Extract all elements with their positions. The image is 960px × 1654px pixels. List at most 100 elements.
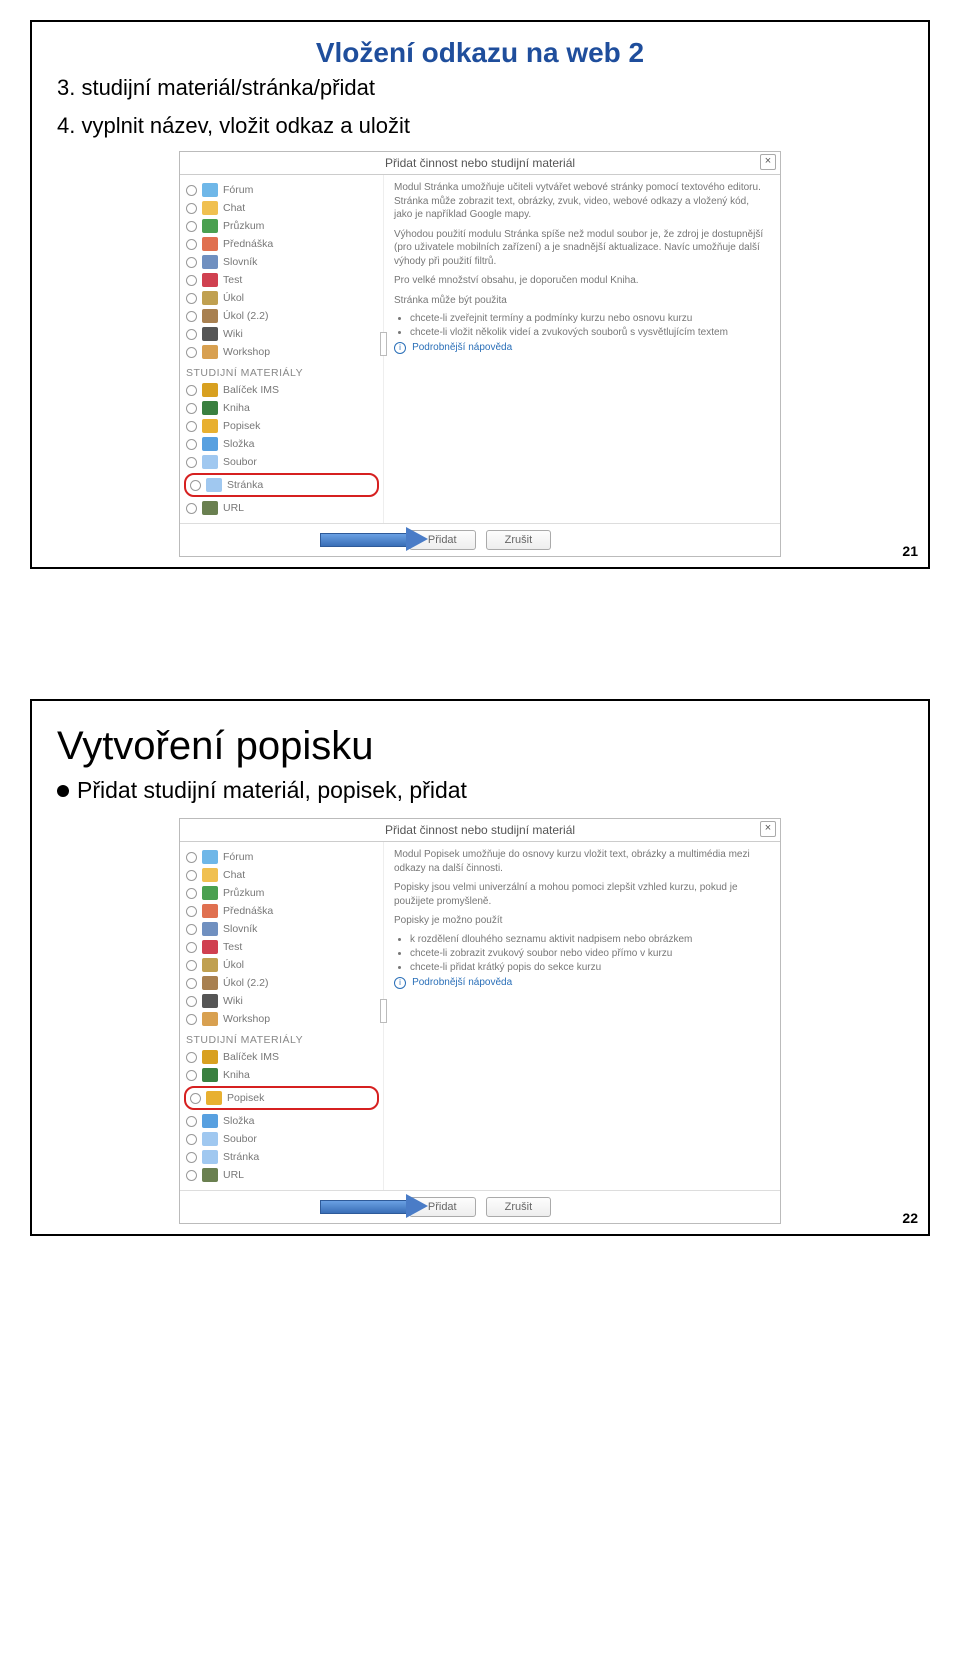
activity-option[interactable]: Kniha	[184, 399, 379, 417]
activity-option[interactable]: Slovník	[184, 253, 379, 271]
module-icon	[202, 958, 218, 972]
module-icon	[202, 940, 218, 954]
radio-icon[interactable]	[186, 1052, 197, 1063]
radio-icon[interactable]	[186, 942, 197, 953]
radio-icon[interactable]	[186, 1134, 197, 1145]
radio-icon[interactable]	[186, 239, 197, 250]
activity-option[interactable]: Chat	[184, 199, 379, 217]
activity-option[interactable]: Balíček IMS	[184, 1048, 379, 1066]
activity-option[interactable]: Kniha	[184, 1066, 379, 1084]
radio-icon[interactable]	[186, 1152, 197, 1163]
radio-icon[interactable]	[186, 503, 197, 514]
highlight-annotation: Popisek	[184, 1086, 379, 1110]
radio-icon[interactable]	[186, 385, 197, 396]
option-label: Úkol (2.2)	[223, 977, 269, 989]
activity-option[interactable]: Popisek	[184, 417, 379, 435]
radio-icon[interactable]	[190, 1093, 201, 1104]
help-link[interactable]: i Podrobnější nápověda	[394, 976, 770, 989]
radio-icon[interactable]	[186, 852, 197, 863]
activity-option[interactable]: Přednáška	[184, 902, 379, 920]
radio-icon[interactable]	[186, 257, 197, 268]
radio-icon[interactable]	[186, 870, 197, 881]
radio-icon[interactable]	[186, 347, 197, 358]
radio-icon[interactable]	[186, 221, 197, 232]
radio-icon[interactable]	[186, 403, 197, 414]
activity-option[interactable]: Průzkum	[184, 884, 379, 902]
activity-option[interactable]: Soubor	[184, 1130, 379, 1148]
radio-icon[interactable]	[186, 1070, 197, 1081]
activity-option[interactable]: Průzkum	[184, 217, 379, 235]
activity-option[interactable]: Balíček IMS	[184, 381, 379, 399]
step-4: 4. vyplnit název, vložit odkaz a uložit	[57, 113, 903, 139]
description-column: Modul Stránka umožňuje učiteli vytvářet …	[384, 175, 780, 523]
option-label: Úkol	[223, 292, 244, 304]
activity-option[interactable]: Složka	[184, 435, 379, 453]
desc-text: Popisky jsou velmi univerzální a mohou p…	[394, 881, 770, 908]
radio-icon[interactable]	[190, 480, 201, 491]
cancel-button[interactable]: Zrušit	[486, 1197, 552, 1217]
activity-option[interactable]: Úkol (2.2)	[184, 974, 379, 992]
activity-option[interactable]: Složka	[184, 1112, 379, 1130]
description-column: Modul Popisek umožňuje do osnovy kurzu v…	[384, 842, 780, 1190]
module-icon	[202, 383, 218, 397]
radio-icon[interactable]	[186, 960, 197, 971]
desc-text: Popisky je možno použít	[394, 914, 770, 928]
radio-icon[interactable]	[186, 906, 197, 917]
activity-option[interactable]: Úkol	[184, 289, 379, 307]
radio-icon[interactable]	[186, 439, 197, 450]
module-icon	[202, 437, 218, 451]
close-icon[interactable]: ×	[760, 821, 776, 837]
activity-option[interactable]: Wiki	[184, 992, 379, 1010]
radio-icon[interactable]	[186, 293, 197, 304]
help-link[interactable]: i Podrobnější nápověda	[394, 341, 770, 354]
radio-icon[interactable]	[186, 1116, 197, 1127]
activity-option[interactable]: Fórum	[184, 181, 379, 199]
activity-option[interactable]: Stránka	[188, 476, 375, 494]
activity-option[interactable]: URL	[184, 1166, 379, 1184]
desc-bullet: chcete-li zveřejnit termíny a podmínky k…	[410, 313, 770, 324]
activity-option[interactable]: Test	[184, 938, 379, 956]
module-icon	[202, 904, 218, 918]
activity-option[interactable]: Přednáška	[184, 235, 379, 253]
radio-icon[interactable]	[186, 1014, 197, 1025]
radio-icon[interactable]	[186, 996, 197, 1007]
activity-option[interactable]: Soubor	[184, 453, 379, 471]
drag-handle-icon[interactable]	[380, 999, 387, 1023]
activity-option[interactable]: Fórum	[184, 848, 379, 866]
activity-option[interactable]: Chat	[184, 866, 379, 884]
radio-icon[interactable]	[186, 457, 197, 468]
activity-option[interactable]: Úkol	[184, 956, 379, 974]
radio-icon[interactable]	[186, 275, 197, 286]
activity-option[interactable]: Stránka	[184, 1148, 379, 1166]
radio-icon[interactable]	[186, 203, 197, 214]
close-icon[interactable]: ×	[760, 154, 776, 170]
radio-icon[interactable]	[186, 978, 197, 989]
section-heading: STUDIJNÍ MATERIÁLY	[186, 367, 379, 379]
activity-option[interactable]: Úkol (2.2)	[184, 307, 379, 325]
radio-icon[interactable]	[186, 421, 197, 432]
section-heading: STUDIJNÍ MATERIÁLY	[186, 1034, 379, 1046]
radio-icon[interactable]	[186, 329, 197, 340]
activity-option[interactable]: Workshop	[184, 1010, 379, 1028]
option-label: Popisek	[227, 1092, 264, 1104]
radio-icon[interactable]	[186, 311, 197, 322]
activity-option[interactable]: Wiki	[184, 325, 379, 343]
activity-option[interactable]: Workshop	[184, 343, 379, 361]
module-icon	[202, 183, 218, 197]
module-icon	[202, 237, 218, 251]
drag-handle-icon[interactable]	[380, 332, 387, 356]
activity-option[interactable]: URL	[184, 499, 379, 517]
bullet-dot-icon	[57, 785, 69, 797]
activity-option[interactable]: Test	[184, 271, 379, 289]
dialog-title: Přidat činnost nebo studijní materiál	[385, 156, 575, 170]
option-label: Wiki	[223, 995, 243, 1007]
radio-icon[interactable]	[186, 888, 197, 899]
module-icon	[202, 994, 218, 1008]
radio-icon[interactable]	[186, 1170, 197, 1181]
dialog-header: Přidat činnost nebo studijní materiál ×	[180, 152, 780, 175]
activity-option[interactable]: Popisek	[188, 1089, 375, 1107]
cancel-button[interactable]: Zrušit	[486, 530, 552, 550]
activity-option[interactable]: Slovník	[184, 920, 379, 938]
radio-icon[interactable]	[186, 924, 197, 935]
radio-icon[interactable]	[186, 185, 197, 196]
